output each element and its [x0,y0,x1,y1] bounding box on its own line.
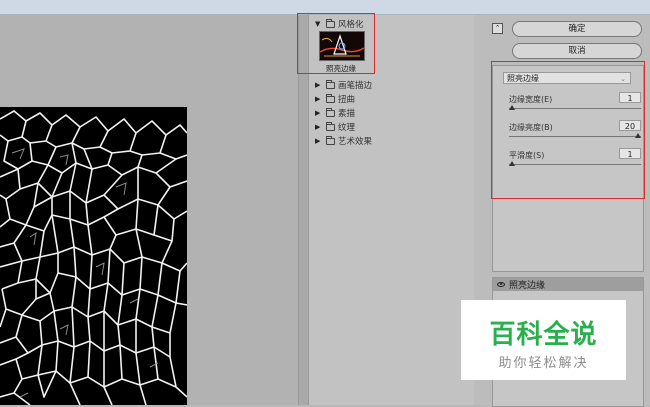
category-label: 纹理 [338,123,356,133]
slider-knob[interactable] [509,105,515,110]
ok-button[interactable]: 确定 [512,21,642,37]
effect-layer-row[interactable]: 照亮边缘 [493,278,643,291]
folder-icon [326,121,335,131]
edge-width-slider[interactable] [509,105,641,110]
category-label: 扭曲 [338,95,356,105]
filter-select[interactable]: 照亮边缘 ⌄ [503,72,631,84]
category-artistic[interactable]: ▶ 艺术效果 [315,135,372,147]
cancel-button[interactable]: 取消 [512,43,642,59]
chevron-down-icon: ⌄ [620,75,626,83]
watermark-title: 百科全说 [489,320,598,350]
category-label: 素描 [338,109,356,119]
preview-canvas[interactable] [0,107,187,405]
title-bar [0,0,650,15]
slider-knob[interactable] [635,133,641,138]
edge-brightness-slider[interactable] [509,133,641,138]
smoothness-slider[interactable] [509,161,641,166]
folder-icon [326,18,335,28]
smoothness-label: 平滑度(S) [509,151,545,160]
category-label: 风格化 [338,20,364,30]
category-label: 画笔描边 [338,81,373,91]
filter-thumbnail-image [319,31,365,61]
eye-icon[interactable] [497,282,505,287]
folder-icon [326,135,335,145]
watermark-subtitle: 助你轻松解决 [498,356,589,371]
smoothness-input[interactable]: 1 [619,148,641,159]
edge-brightness-input[interactable]: 20 [619,120,641,131]
category-sketch[interactable]: ▶ 素描 [315,107,355,119]
edge-brightness-label: 边缘亮度(B) [509,123,553,132]
collapsed-triangle-icon: ▶ [315,81,321,89]
filter-gallery-panel: ▼ 风格化 照亮边缘 ▶ 画笔描边 ▶ 扭曲 ▶ 素描 ▶ 纹理 ▶ 艺术效果 [308,15,475,405]
collapsed-triangle-icon: ▶ [315,137,321,145]
expanded-triangle-icon: ▼ [315,20,321,28]
category-distort[interactable]: ▶ 扭曲 [315,93,355,105]
folder-icon [326,93,335,103]
glowing-edges-pattern [0,110,187,405]
category-brush-strokes[interactable]: ▶ 画笔描边 [315,79,372,91]
filter-thumbnail-glowing-edges[interactable]: 照亮边缘 [314,31,368,75]
folder-icon [326,79,335,89]
collapse-gallery-button[interactable]: ⌃ [492,23,503,34]
watermark-logo: 百科全说 助你轻松解决 [461,300,626,380]
filter-settings-box: 照亮边缘 ⌄ 边缘宽度(E) 1 边缘亮度(B) 20 平滑度(S) 1 [492,65,644,272]
slider-knob[interactable] [509,161,515,166]
edge-width-input[interactable]: 1 [619,92,641,103]
collapsed-triangle-icon: ▶ [315,109,321,117]
filter-thumbnail-label: 照亮边缘 [326,64,356,73]
folder-icon [326,107,335,117]
collapsed-triangle-icon: ▶ [315,95,321,103]
category-stylize[interactable]: ▼ 风格化 [315,18,364,30]
collapsed-triangle-icon: ▶ [315,123,321,131]
preview-area[interactable] [0,15,298,405]
category-label: 艺术效果 [338,137,373,147]
filter-select-value: 照亮边缘 [507,74,539,83]
category-texture[interactable]: ▶ 纹理 [315,121,355,133]
edge-width-label: 边缘宽度(E) [509,95,553,104]
effect-layer-name: 照亮边缘 [509,281,546,291]
